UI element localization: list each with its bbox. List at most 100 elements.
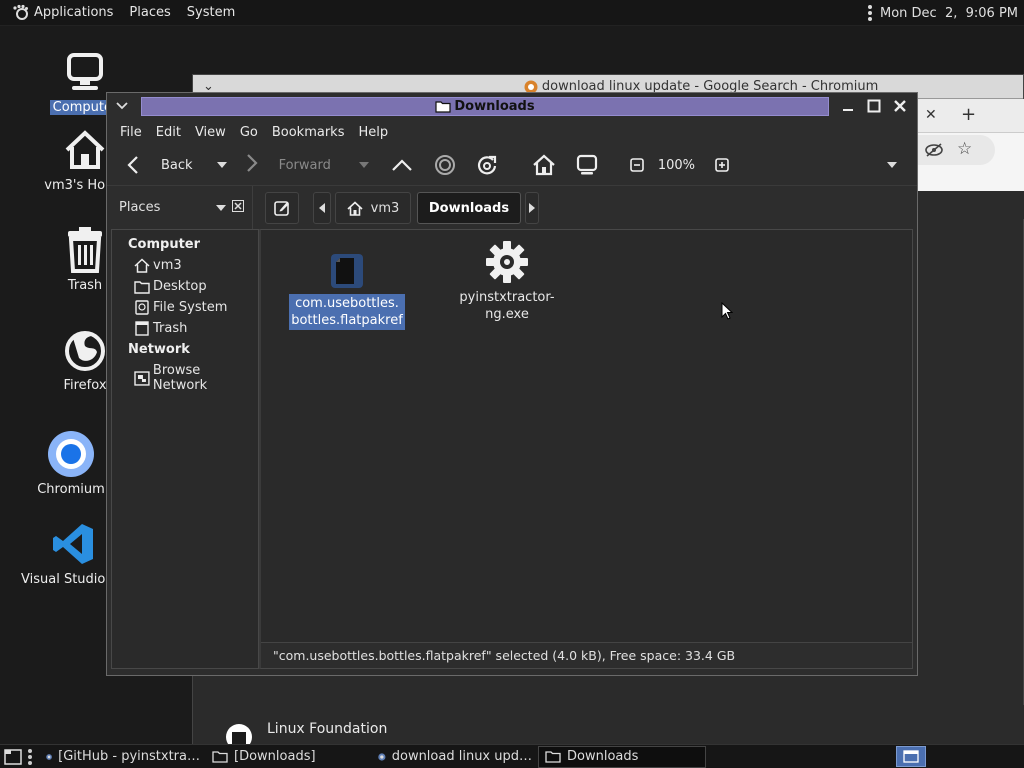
computer-button[interactable] bbox=[576, 145, 598, 185]
sidebar-item-desktop[interactable]: Desktop bbox=[112, 276, 258, 297]
path-scroll-left-button[interactable] bbox=[313, 192, 331, 224]
taskbar-item-label: download linux upd… bbox=[391, 749, 532, 764]
vscode-icon bbox=[49, 520, 97, 568]
sidebar-item-file-system[interactable]: File System bbox=[112, 297, 258, 318]
chevron-right-icon bbox=[529, 203, 535, 213]
sidebar-item-trash[interactable]: Trash bbox=[112, 318, 258, 339]
sidebar-item-label: Trash bbox=[153, 321, 188, 336]
file-name: com.usebottles. bottles.flatpakref bbox=[289, 294, 405, 330]
up-chevron-icon bbox=[392, 159, 412, 171]
clock[interactable]: Mon Dec 2, 9:06 PM bbox=[880, 6, 1018, 21]
location-bar: Places vm3 Downloads bbox=[107, 185, 917, 230]
chevron-left-icon bbox=[319, 203, 325, 213]
dropdown-arrow-icon bbox=[887, 162, 897, 168]
forward-button[interactable]: Forward bbox=[245, 145, 331, 185]
sidebar-header-computer: Computer bbox=[128, 237, 201, 252]
zoom-in-icon bbox=[715, 158, 729, 172]
status-text: "com.usebottles.bottles.flatpakref" sele… bbox=[273, 648, 736, 663]
file-item[interactable]: pyinstxtractor-ng.exe bbox=[437, 238, 577, 324]
sidebar-header-network: Network bbox=[128, 342, 190, 357]
path-scroll-right-button[interactable] bbox=[525, 192, 539, 224]
taskbar-item-github[interactable]: [GitHub - pyinstxtra… bbox=[40, 746, 206, 768]
file-name: pyinstxtractor-ng.exe bbox=[459, 290, 555, 322]
places-menu[interactable]: Places bbox=[121, 5, 178, 20]
window-menu-icon[interactable] bbox=[107, 102, 137, 110]
chromium-icon bbox=[47, 430, 95, 478]
executable-gear-icon bbox=[483, 238, 531, 286]
menubar: File Edit View Go Bookmarks Help bbox=[107, 119, 917, 145]
file-view[interactable]: com.usebottles. bottles.flatpakref pyinst… bbox=[259, 229, 913, 669]
gnome-foot-icon[interactable] bbox=[10, 3, 30, 23]
menu-go[interactable]: Go bbox=[233, 125, 265, 140]
trash-icon bbox=[135, 321, 149, 336]
path-button-downloads[interactable]: Downloads bbox=[417, 192, 521, 224]
menu-help[interactable]: Help bbox=[351, 125, 395, 140]
path-button-vm3[interactable]: vm3 bbox=[335, 192, 411, 224]
zoom-out-button[interactable] bbox=[630, 145, 644, 185]
chromium-omnibox-area: ☆ bbox=[917, 133, 1024, 219]
taskbar-item-downloads-hidden[interactable]: [Downloads] bbox=[206, 746, 372, 768]
zoom-out-icon bbox=[630, 158, 644, 172]
stop-button[interactable] bbox=[434, 145, 456, 185]
show-desktop-button[interactable] bbox=[2, 747, 24, 767]
sidebar-item-vm3[interactable]: vm3 bbox=[112, 255, 258, 276]
taskbar-item-downloads[interactable]: Downloads bbox=[538, 745, 706, 768]
chromium-icon bbox=[46, 753, 52, 760]
folder-icon bbox=[134, 280, 150, 294]
folder-icon bbox=[435, 101, 451, 113]
forward-history-dropdown[interactable] bbox=[358, 145, 369, 185]
taskbar-item-chromium-search[interactable]: download linux upd… bbox=[372, 746, 538, 768]
search-result-title[interactable]: Linux Foundation bbox=[267, 721, 387, 737]
sidebar-selector-label: Places bbox=[119, 200, 161, 215]
taskbar-item-label: [GitHub - pyinstxtra… bbox=[58, 749, 200, 764]
home-icon bbox=[533, 154, 555, 176]
up-button[interactable] bbox=[391, 145, 413, 185]
panel-handle-icon[interactable] bbox=[867, 5, 872, 21]
zoom-label: 100% bbox=[657, 157, 696, 173]
back-history-dropdown[interactable] bbox=[216, 145, 227, 185]
network-icon bbox=[134, 370, 150, 386]
home-icon bbox=[61, 126, 109, 174]
menu-edit[interactable]: Edit bbox=[149, 125, 188, 140]
new-tab-icon[interactable]: + bbox=[961, 104, 976, 125]
sidebar-item-browse-network[interactable]: Browse Network bbox=[112, 360, 258, 396]
desktop-label: Chromium bbox=[37, 482, 105, 497]
back-button[interactable]: Back bbox=[121, 145, 193, 185]
window-title: Downloads bbox=[454, 99, 535, 114]
path-label: Downloads bbox=[428, 200, 510, 216]
sidebar-item-label: vm3 bbox=[153, 258, 182, 273]
close-tab-icon[interactable]: ✕ bbox=[925, 107, 937, 123]
toolbar-overflow-dropdown[interactable] bbox=[887, 145, 897, 185]
zoom-level[interactable]: 100% bbox=[658, 145, 695, 185]
taskbar-item-label: Downloads bbox=[567, 749, 639, 764]
back-label: Back bbox=[161, 157, 193, 173]
home-button[interactable] bbox=[532, 145, 556, 185]
reload-icon bbox=[477, 155, 496, 175]
menu-bookmarks[interactable]: Bookmarks bbox=[265, 125, 352, 140]
applications-menu[interactable]: Applications bbox=[30, 5, 121, 20]
toolbar: Back Forward 100% bbox=[107, 145, 917, 185]
file-manager-titlebar[interactable]: Downloads bbox=[107, 93, 917, 119]
maximize-button[interactable] bbox=[863, 95, 885, 117]
system-menu[interactable]: System bbox=[179, 5, 243, 20]
eye-off-icon[interactable] bbox=[925, 143, 943, 157]
close-sidebar-button[interactable] bbox=[232, 200, 244, 216]
trash-icon bbox=[61, 226, 109, 274]
bookmark-star-icon[interactable]: ☆ bbox=[957, 139, 972, 159]
menu-file[interactable]: File bbox=[113, 125, 149, 140]
folder-icon bbox=[212, 751, 228, 763]
file-item[interactable]: com.usebottles. bottles.flatpakref bbox=[277, 244, 417, 330]
minimize-button[interactable] bbox=[837, 95, 859, 117]
mouse-cursor-icon bbox=[721, 302, 733, 320]
back-arrow-icon bbox=[121, 147, 145, 183]
close-button[interactable] bbox=[889, 95, 911, 117]
home-icon bbox=[347, 200, 363, 216]
menu-view[interactable]: View bbox=[188, 125, 233, 140]
taskbar-handle-icon[interactable] bbox=[28, 748, 34, 765]
title-bar-accent[interactable]: Downloads bbox=[141, 97, 829, 116]
workspace-switcher[interactable] bbox=[896, 746, 926, 767]
file-manager-window[interactable]: Downloads File Edit View Go Bookmarks He… bbox=[106, 92, 918, 676]
zoom-in-button[interactable] bbox=[715, 145, 729, 185]
reload-button[interactable] bbox=[476, 145, 498, 185]
toggle-location-entry-button[interactable] bbox=[265, 192, 299, 224]
